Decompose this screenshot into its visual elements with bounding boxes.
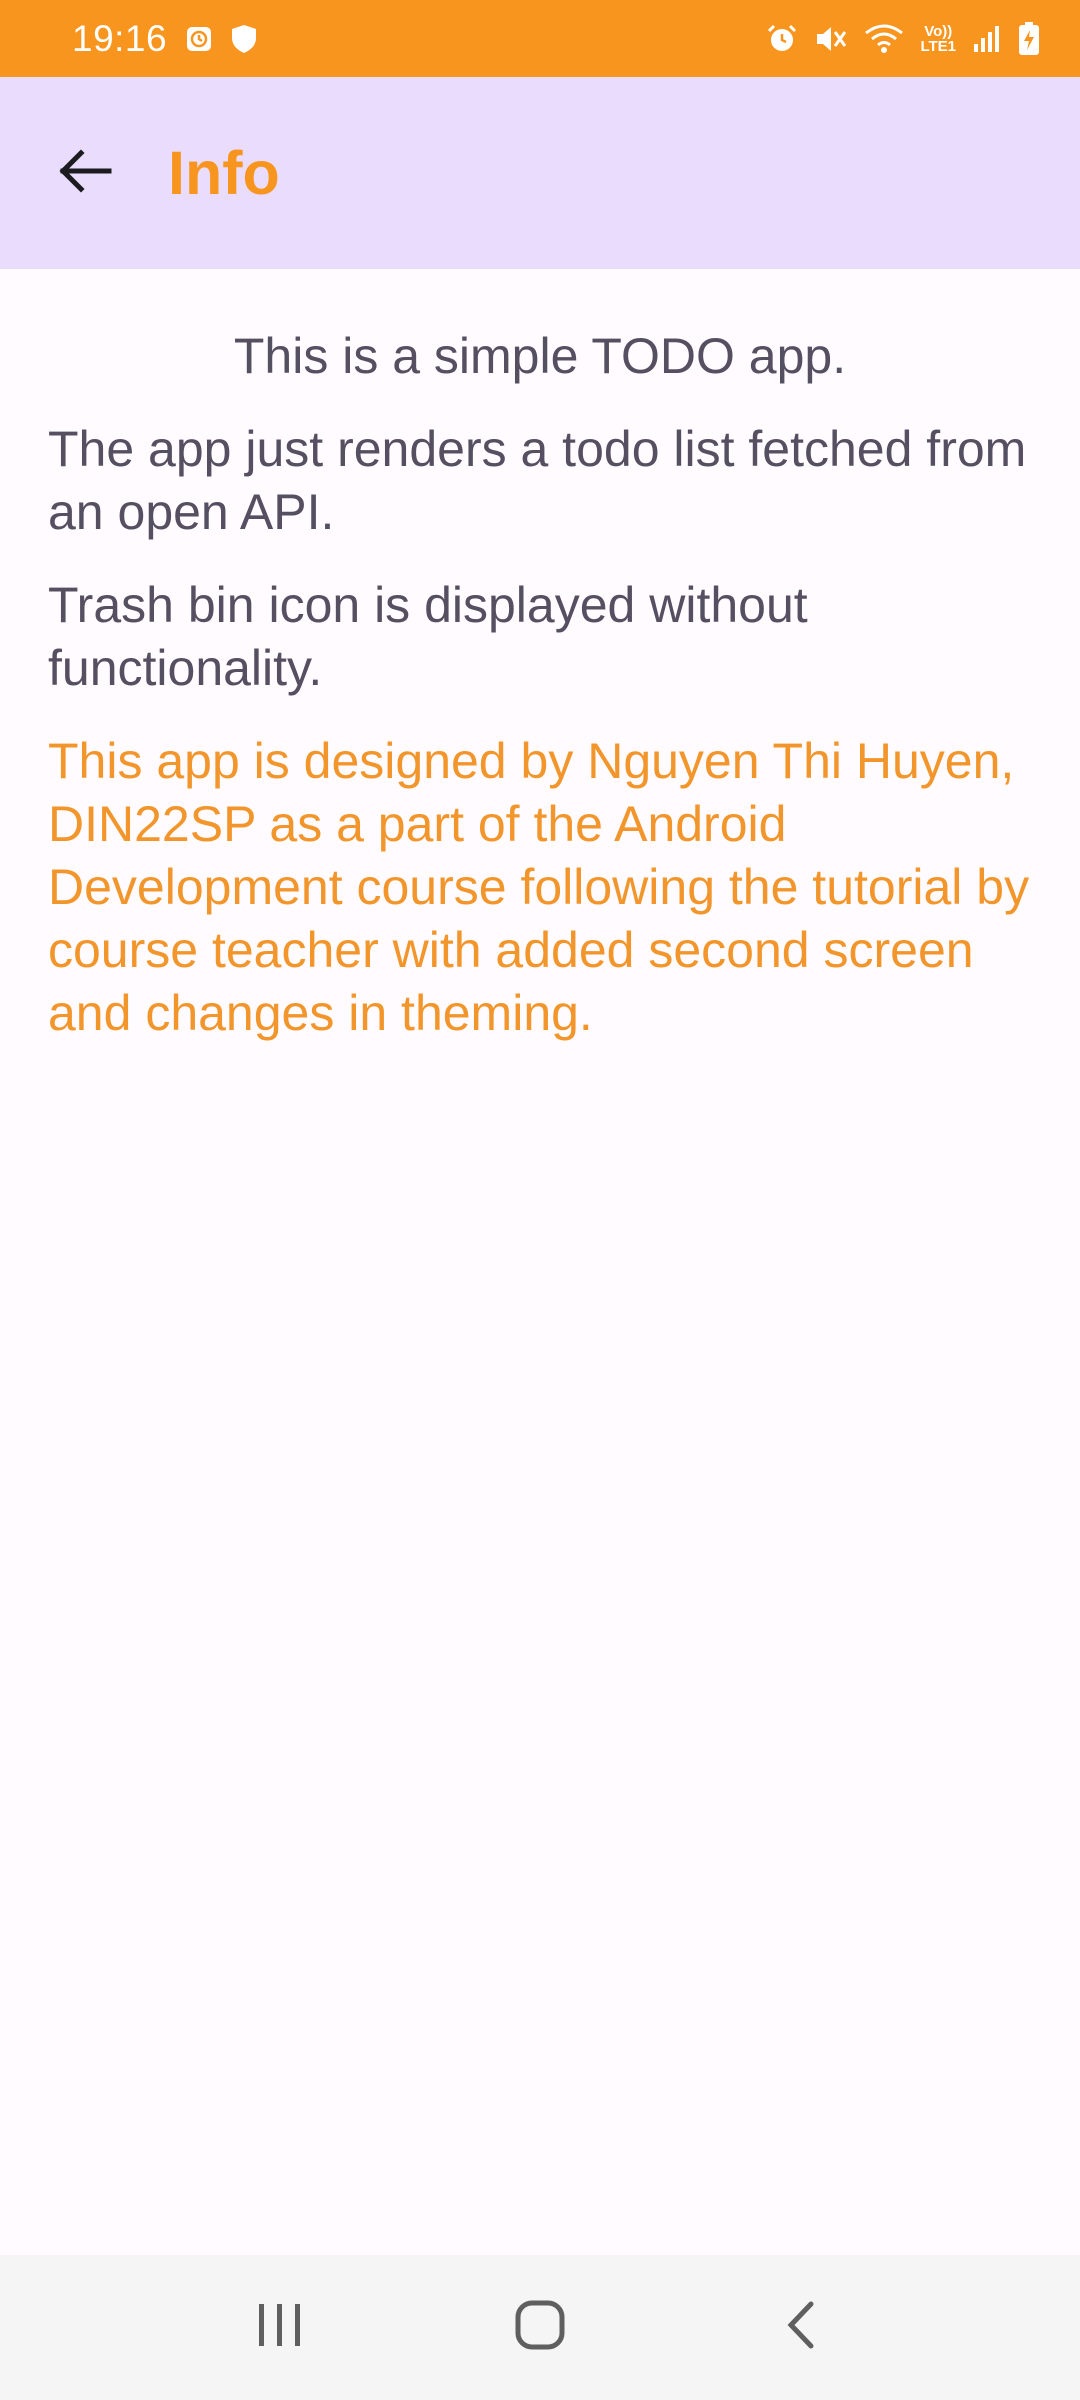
status-left: 19:16 (72, 18, 257, 60)
back-button[interactable] (35, 123, 135, 223)
shield-icon (231, 24, 257, 54)
note-text: Trash bin icon is displayed without func… (48, 577, 808, 696)
page-title: Info (168, 139, 280, 207)
description-text: The app just renders a todo list fetched… (48, 421, 1027, 540)
nav-back-button[interactable] (740, 2278, 860, 2378)
network-label: Vo)) LTE1 (920, 24, 956, 54)
home-icon (514, 2299, 566, 2356)
intro-text: This is a simple TODO app. (233, 328, 847, 384)
sync-icon (185, 25, 213, 53)
wifi-icon (864, 23, 904, 55)
info-content: This is a simple TODO app. The app just … (0, 269, 1080, 1045)
network-label-top: Vo)) (924, 22, 953, 40)
network-label-bottom: LTE1 (920, 37, 956, 55)
recent-apps-icon (255, 2302, 305, 2353)
system-nav-bar (0, 2255, 1080, 2400)
home-button[interactable] (480, 2278, 600, 2378)
signal-icon (972, 24, 1002, 54)
status-right: Vo)) LTE1 (766, 21, 1040, 56)
back-icon (783, 2300, 817, 2355)
credit-text: This app is designed by Nguyen Thi Huyen… (48, 733, 1030, 1041)
top-app-bar: Info (0, 77, 1080, 269)
alarm-icon (766, 23, 798, 55)
status-bar: 19:16 Vo)) LTE1 (0, 0, 1080, 77)
mute-icon (814, 23, 848, 55)
battery-charging-icon (1018, 21, 1040, 56)
recent-apps-button[interactable] (220, 2278, 340, 2378)
arrow-left-icon (57, 147, 113, 200)
status-time: 19:16 (72, 17, 168, 59)
